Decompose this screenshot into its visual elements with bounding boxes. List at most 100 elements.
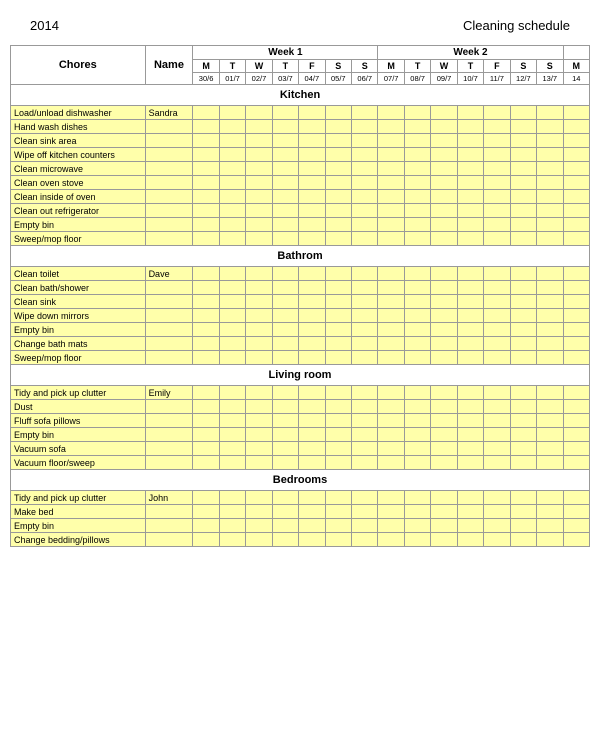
- chore-day-1-0-0[interactable]: [193, 267, 219, 281]
- chore-day-1-3-7[interactable]: [378, 309, 404, 323]
- chore-day-1-5-8[interactable]: [404, 337, 430, 351]
- chore-day-2-1-6[interactable]: [352, 400, 378, 414]
- chore-day-0-7-3[interactable]: [272, 204, 298, 218]
- chore-day-2-3-6[interactable]: [352, 428, 378, 442]
- chore-day-0-1-12[interactable]: [510, 120, 536, 134]
- chore-day-0-8-0[interactable]: [193, 218, 219, 232]
- chore-day-2-2-1[interactable]: [219, 414, 245, 428]
- chore-day-1-2-4[interactable]: [299, 295, 325, 309]
- chore-day-2-1-9[interactable]: [431, 400, 457, 414]
- chore-day-0-0-2[interactable]: [246, 106, 272, 120]
- chore-day-1-5-13[interactable]: [537, 337, 563, 351]
- chore-day-1-1-13[interactable]: [537, 281, 563, 295]
- chore-day-0-0-3[interactable]: [272, 106, 298, 120]
- chore-day-2-2-7[interactable]: [378, 414, 404, 428]
- chore-day-1-3-14[interactable]: [563, 309, 589, 323]
- chore-day-0-4-5[interactable]: [325, 162, 351, 176]
- chore-day-0-4-4[interactable]: [299, 162, 325, 176]
- chore-day-0-2-12[interactable]: [510, 134, 536, 148]
- chore-day-2-2-13[interactable]: [537, 414, 563, 428]
- chore-day-2-4-10[interactable]: [457, 442, 483, 456]
- chore-day-0-2-3[interactable]: [272, 134, 298, 148]
- chore-day-2-4-5[interactable]: [325, 442, 351, 456]
- chore-day-1-2-1[interactable]: [219, 295, 245, 309]
- chore-day-2-5-3[interactable]: [272, 456, 298, 470]
- chore-day-0-6-5[interactable]: [325, 190, 351, 204]
- chore-day-1-5-7[interactable]: [378, 337, 404, 351]
- chore-day-0-4-3[interactable]: [272, 162, 298, 176]
- chore-day-0-0-0[interactable]: [193, 106, 219, 120]
- chore-day-2-5-10[interactable]: [457, 456, 483, 470]
- chore-day-0-4-1[interactable]: [219, 162, 245, 176]
- chore-day-1-4-13[interactable]: [537, 323, 563, 337]
- chore-day-3-2-6[interactable]: [352, 519, 378, 533]
- chore-day-3-3-2[interactable]: [246, 533, 272, 547]
- chore-day-0-0-4[interactable]: [299, 106, 325, 120]
- chore-day-2-1-5[interactable]: [325, 400, 351, 414]
- chore-day-2-1-3[interactable]: [272, 400, 298, 414]
- chore-day-1-6-3[interactable]: [272, 351, 298, 365]
- chore-day-3-3-3[interactable]: [272, 533, 298, 547]
- chore-day-2-5-12[interactable]: [510, 456, 536, 470]
- chore-day-3-0-3[interactable]: [272, 491, 298, 505]
- chore-day-0-9-6[interactable]: [352, 232, 378, 246]
- chore-day-1-4-6[interactable]: [352, 323, 378, 337]
- chore-day-1-3-5[interactable]: [325, 309, 351, 323]
- chore-day-2-1-2[interactable]: [246, 400, 272, 414]
- chore-day-0-0-9[interactable]: [431, 106, 457, 120]
- chore-day-0-5-5[interactable]: [325, 176, 351, 190]
- chore-day-0-3-3[interactable]: [272, 148, 298, 162]
- chore-day-2-3-5[interactable]: [325, 428, 351, 442]
- chore-day-2-5-5[interactable]: [325, 456, 351, 470]
- chore-day-2-0-6[interactable]: [352, 386, 378, 400]
- chore-day-1-2-13[interactable]: [537, 295, 563, 309]
- chore-day-0-3-14[interactable]: [563, 148, 589, 162]
- chore-day-0-8-2[interactable]: [246, 218, 272, 232]
- chore-day-2-5-14[interactable]: [563, 456, 589, 470]
- chore-day-2-2-6[interactable]: [352, 414, 378, 428]
- chore-day-1-0-5[interactable]: [325, 267, 351, 281]
- chore-day-3-2-13[interactable]: [537, 519, 563, 533]
- chore-day-3-3-7[interactable]: [378, 533, 404, 547]
- chore-day-2-4-7[interactable]: [378, 442, 404, 456]
- chore-day-0-4-8[interactable]: [404, 162, 430, 176]
- chore-day-0-9-8[interactable]: [404, 232, 430, 246]
- chore-day-1-6-2[interactable]: [246, 351, 272, 365]
- chore-day-0-5-3[interactable]: [272, 176, 298, 190]
- chore-day-2-4-0[interactable]: [193, 442, 219, 456]
- chore-day-2-1-13[interactable]: [537, 400, 563, 414]
- chore-day-0-7-12[interactable]: [510, 204, 536, 218]
- chore-day-0-4-6[interactable]: [352, 162, 378, 176]
- chore-day-0-3-7[interactable]: [378, 148, 404, 162]
- chore-day-0-5-8[interactable]: [404, 176, 430, 190]
- chore-day-1-4-10[interactable]: [457, 323, 483, 337]
- chore-day-0-8-5[interactable]: [325, 218, 351, 232]
- chore-day-0-3-5[interactable]: [325, 148, 351, 162]
- chore-day-1-2-14[interactable]: [563, 295, 589, 309]
- chore-day-0-7-10[interactable]: [457, 204, 483, 218]
- chore-day-1-6-6[interactable]: [352, 351, 378, 365]
- chore-day-0-0-14[interactable]: [563, 106, 589, 120]
- chore-day-2-5-1[interactable]: [219, 456, 245, 470]
- chore-day-1-1-11[interactable]: [484, 281, 510, 295]
- chore-day-3-3-12[interactable]: [510, 533, 536, 547]
- chore-day-2-3-10[interactable]: [457, 428, 483, 442]
- chore-day-2-2-3[interactable]: [272, 414, 298, 428]
- chore-day-1-3-9[interactable]: [431, 309, 457, 323]
- chore-day-2-1-1[interactable]: [219, 400, 245, 414]
- chore-day-1-6-13[interactable]: [537, 351, 563, 365]
- chore-day-0-5-14[interactable]: [563, 176, 589, 190]
- chore-day-2-1-7[interactable]: [378, 400, 404, 414]
- chore-day-1-1-3[interactable]: [272, 281, 298, 295]
- chore-day-1-1-5[interactable]: [325, 281, 351, 295]
- chore-day-1-3-3[interactable]: [272, 309, 298, 323]
- chore-day-1-4-3[interactable]: [272, 323, 298, 337]
- chore-day-2-1-8[interactable]: [404, 400, 430, 414]
- chore-day-0-4-2[interactable]: [246, 162, 272, 176]
- chore-day-1-1-2[interactable]: [246, 281, 272, 295]
- chore-day-3-0-1[interactable]: [219, 491, 245, 505]
- chore-day-3-3-1[interactable]: [219, 533, 245, 547]
- chore-day-1-1-1[interactable]: [219, 281, 245, 295]
- chore-day-2-2-12[interactable]: [510, 414, 536, 428]
- chore-day-0-1-10[interactable]: [457, 120, 483, 134]
